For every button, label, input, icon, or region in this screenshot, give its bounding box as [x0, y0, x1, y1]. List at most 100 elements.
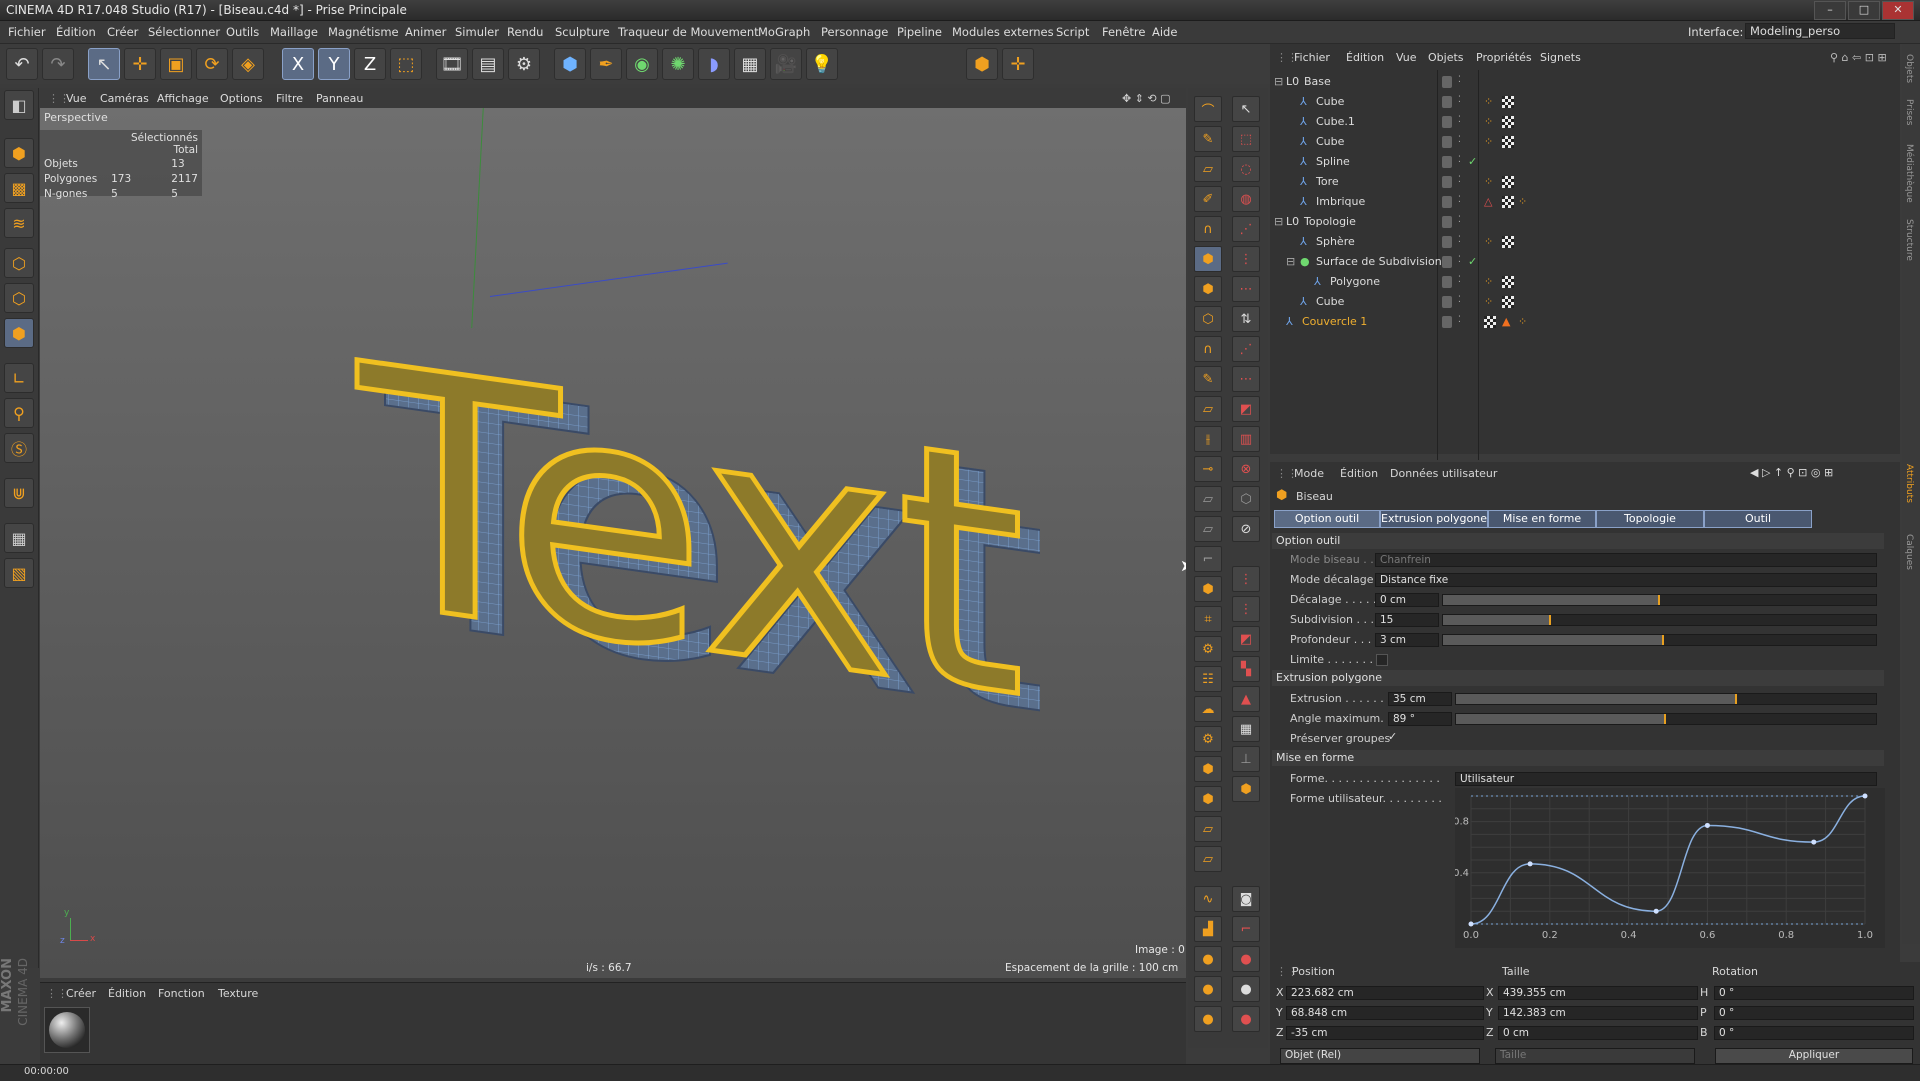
poly-selection-icon[interactable]: ◍ — [1232, 186, 1260, 212]
position-z-input[interactable]: -35 cm — [1286, 1026, 1484, 1040]
menu-traqueur[interactable]: Traqueur de Mouvement — [618, 25, 759, 39]
no-entry-icon[interactable]: ⊘ — [1232, 516, 1260, 542]
close-button[interactable]: ✕ — [1882, 1, 1914, 20]
line-cut-icon[interactable]: ✎ — [1194, 366, 1222, 392]
object-name[interactable]: Tore — [1316, 175, 1339, 188]
extrude-icon[interactable]: ⬢ — [1194, 276, 1222, 302]
outline-selection-icon[interactable]: ⋯ — [1232, 276, 1260, 302]
menu-creer[interactable]: Créer — [107, 25, 138, 39]
menu-selectionner[interactable]: Sélectionner — [148, 25, 220, 39]
extrusion-input[interactable]: 35 cm — [1388, 692, 1452, 706]
target-icon[interactable]: ● — [1232, 976, 1260, 1002]
maximize-button[interactable]: □ — [1848, 1, 1880, 20]
size-y-input[interactable]: 142.383 cm — [1498, 1006, 1698, 1020]
subdivide-icon[interactable]: ⬢ — [1194, 576, 1222, 602]
object-row[interactable]: ⅄ Tore ⁚ ⁘ — [1274, 172, 1894, 192]
camera-icon[interactable]: 🎥 — [770, 48, 802, 80]
tab-mise-en-forme[interactable]: Mise en forme — [1488, 510, 1596, 528]
menu-outils[interactable]: Outils — [226, 25, 259, 39]
tab-outil[interactable]: Outil — [1704, 510, 1812, 528]
object-name[interactable]: Spline — [1316, 155, 1350, 168]
menu-rendu[interactable]: Rendu — [507, 25, 543, 39]
obj-menu-proprietes[interactable]: Propriétés — [1476, 51, 1532, 64]
selection-tag-icon[interactable]: ⁘ — [1484, 95, 1493, 108]
menu-sculpture[interactable]: Sculpture — [555, 25, 610, 39]
minimize-button[interactable]: – — [1814, 1, 1846, 20]
prs-tool-icon[interactable]: ● — [1194, 1006, 1222, 1032]
render-dots-icon[interactable]: ⁚ — [1458, 135, 1461, 145]
object-row[interactable]: ⊟ L0 Topologie ⁚ — [1274, 212, 1894, 232]
search-icon[interactable]: ⚲ ⌂ ⇦ ⊡ ⊞ — [1830, 51, 1887, 64]
smooth-icon[interactable]: ● — [1194, 946, 1222, 972]
rect-selection-icon[interactable]: ⬚ — [1232, 126, 1260, 152]
extruded-text-object[interactable]: Texte Texte — [340, 208, 1040, 858]
menu-script[interactable]: Script — [1056, 25, 1089, 39]
curve-knot[interactable] — [1468, 921, 1474, 927]
object-row[interactable]: ⅄ Cube ⁚ ⁘ — [1274, 92, 1894, 112]
collapse-icon[interactable]: ⬢ — [1194, 786, 1222, 812]
object-name[interactable]: Topologie — [1304, 215, 1356, 228]
workplane-mode-icon[interactable]: ≋ — [4, 208, 34, 238]
tweak-mode-icon[interactable]: ⚲ — [4, 398, 34, 428]
object-name[interactable]: Surface de Subdivision — [1316, 255, 1442, 268]
edge-select-icon[interactable]: ⋮ — [1232, 596, 1260, 622]
object-row[interactable]: ⅄ Spline ⁚ ✓ — [1274, 152, 1894, 172]
visibility-toggle-icon[interactable] — [1442, 196, 1452, 208]
render-dots-icon[interactable]: ⁚ — [1458, 95, 1461, 105]
make-editable-icon[interactable]: ◧ — [4, 90, 34, 120]
object-row[interactable]: ⅄ Cube ⁚ ⁘ — [1274, 132, 1894, 152]
user-shape-curve[interactable]: 0.0 0.2 0.4 0.6 0.8 1.0 0.4 0.8 — [1455, 788, 1885, 948]
selection-tag-icon[interactable]: ⁘ — [1518, 195, 1527, 208]
polygons-mode-icon[interactable]: ⬢ — [4, 318, 34, 348]
texture-tag-icon[interactable] — [1502, 136, 1514, 148]
viewport-nav-icon[interactable]: ✥ ⇕ ⟲ ▢ — [1122, 92, 1171, 105]
extrude-inner-icon[interactable]: ⬡ — [1194, 306, 1222, 332]
coord-mode-select[interactable]: Objet (Rel) — [1280, 1048, 1480, 1064]
weight-icon[interactable]: ● — [1232, 1006, 1260, 1032]
side-tab-objets[interactable]: Objets — [1904, 54, 1914, 83]
deformer-icon[interactable]: ◗ — [698, 48, 730, 80]
render-dots-icon[interactable]: ⁚ — [1458, 115, 1461, 125]
render-dots-icon[interactable]: ⁚ — [1458, 255, 1461, 265]
render-dots-icon[interactable]: ⁚ — [1458, 175, 1461, 185]
object-row[interactable]: ⅄ Sphère ⁚ ⁘ — [1274, 232, 1894, 252]
phong-break-icon[interactable]: ⋰ — [1232, 336, 1260, 362]
menu-pipeline[interactable]: Pipeline — [897, 25, 942, 39]
menu-modules-externes[interactable]: Modules externes — [952, 25, 1054, 39]
attr-menu-mode[interactable]: Mode — [1294, 467, 1324, 480]
expand-toggle-icon[interactable]: ⊟ — [1274, 215, 1283, 228]
loop-selection-icon[interactable]: ⌒ — [1194, 96, 1222, 122]
warning-tag-icon[interactable]: △ — [1484, 195, 1492, 208]
align-normals-icon[interactable]: ☷ — [1194, 666, 1222, 692]
angle-max-slider[interactable] — [1455, 713, 1877, 725]
knife-icon[interactable]: ✎ — [1194, 126, 1222, 152]
attr-menu-donnees[interactable]: Données utilisateur — [1390, 467, 1497, 480]
object-name[interactable]: Cube — [1316, 95, 1344, 108]
render-dots-icon[interactable]: ⁚ — [1458, 235, 1461, 245]
viewport-menu-options[interactable]: Options — [220, 92, 262, 105]
grow-selection-icon[interactable]: ⬡ — [1232, 486, 1260, 512]
axis-mode-icon[interactable]: ∟ — [4, 363, 34, 393]
ring-selection-icon[interactable]: ⋮ — [1232, 246, 1260, 272]
object-name[interactable]: Base — [1304, 75, 1331, 88]
position-y-input[interactable]: 68.848 cm — [1286, 1006, 1484, 1020]
object-name[interactable]: Cube — [1316, 295, 1344, 308]
object-row[interactable]: ⅄ Polygone ⁚ ⁘ — [1274, 272, 1894, 292]
render-dots-icon[interactable]: ⁚ — [1458, 195, 1461, 205]
position-x-input[interactable]: 223.682 cm — [1286, 986, 1484, 1000]
axis-y-button[interactable]: Y — [318, 48, 350, 80]
visibility-toggle-icon[interactable] — [1442, 76, 1452, 88]
render-dots-icon[interactable]: ⁚ — [1458, 155, 1461, 165]
visibility-toggle-icon[interactable] — [1442, 256, 1452, 268]
side-tab-mediatheque[interactable]: Médiathèque — [1904, 144, 1914, 203]
visibility-toggle-icon[interactable] — [1442, 236, 1452, 248]
recent-tools-icon[interactable]: ◈ — [232, 48, 264, 80]
joint-icon[interactable]: ⌐ — [1232, 916, 1260, 942]
apply-button[interactable]: Appliquer — [1715, 1048, 1913, 1064]
visibility-toggle-icon[interactable] — [1442, 276, 1452, 288]
selection-tag-icon[interactable]: ⁘ — [1484, 135, 1493, 148]
expand-toggle-icon[interactable]: ⊟ — [1274, 75, 1283, 88]
viewport-3d[interactable]: Perspective Sélectionnés Total Objets 13 … — [40, 108, 1186, 978]
obj-menu-signets[interactable]: Signets — [1540, 51, 1581, 64]
obj-menu-objets[interactable]: Objets — [1428, 51, 1464, 64]
